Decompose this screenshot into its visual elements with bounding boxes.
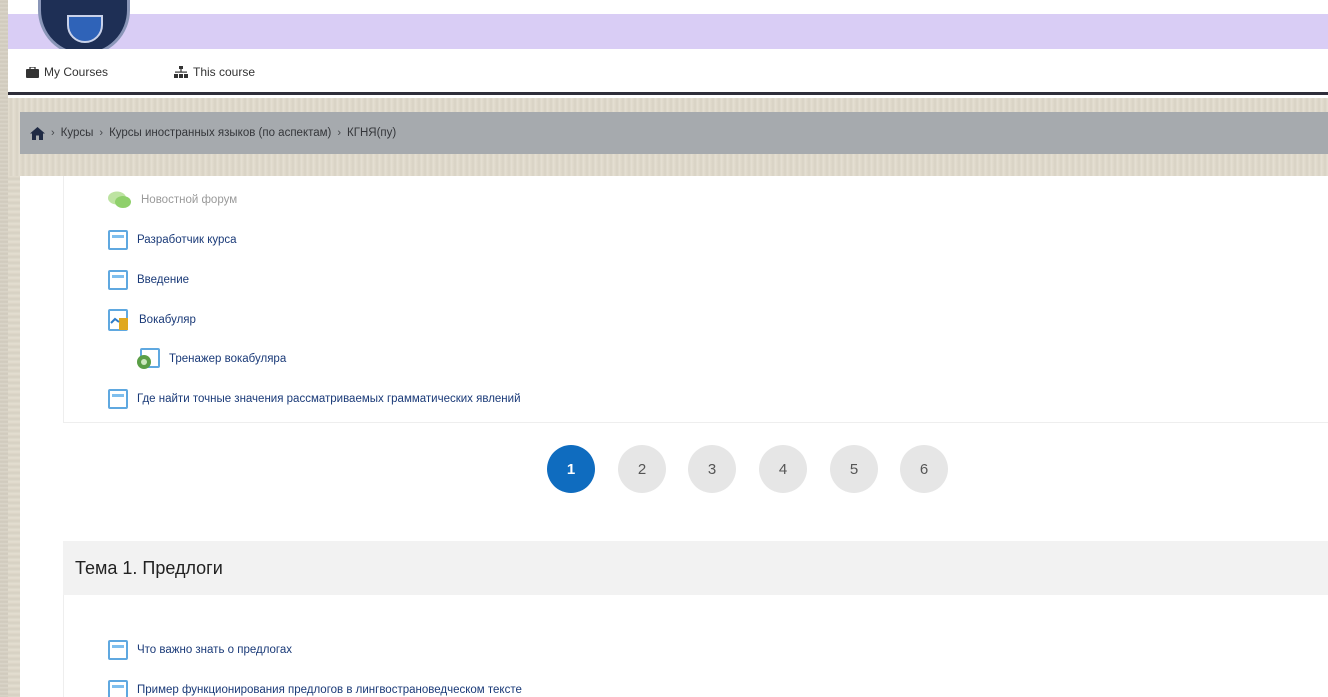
breadcrumb: › Курсы › Курсы иностранных языков (по а… bbox=[20, 112, 1328, 154]
top-gap bbox=[8, 0, 1328, 14]
section-pagination: 1 2 3 4 5 6 bbox=[0, 445, 1308, 495]
activity-label: Введение bbox=[137, 274, 190, 286]
activity-label: Что важно знать о предлогах bbox=[137, 644, 293, 656]
my-courses-label: My Courses bbox=[44, 65, 109, 79]
this-course-link[interactable]: This course bbox=[174, 65, 255, 79]
site-header bbox=[8, 0, 1328, 56]
activity-grammar-reference[interactable]: Где найти точные значения рассматриваемы… bbox=[108, 389, 521, 409]
activity-prepositions-basics[interactable]: Что важно знать о предлогах bbox=[108, 640, 292, 660]
activity-label: Новостной форум bbox=[141, 194, 238, 206]
activity-label: Разработчик курса bbox=[137, 234, 237, 246]
activity-introduction[interactable]: Введение bbox=[108, 270, 189, 290]
activity-label: Пример функционирования предлогов в линг… bbox=[137, 684, 522, 696]
section-title-text: Тема 1. Предлоги bbox=[75, 557, 223, 578]
breadcrumb-item-category[interactable]: Курсы иностранных языков (по аспектам) bbox=[109, 127, 331, 139]
activity-label: Тренажер вокабуляра bbox=[169, 353, 287, 365]
page-icon bbox=[108, 640, 128, 660]
breadcrumb-separator: › bbox=[337, 127, 342, 139]
briefcase-icon bbox=[26, 66, 39, 78]
page-icon bbox=[108, 230, 128, 250]
sitemap-icon bbox=[174, 66, 188, 78]
general-section bbox=[63, 176, 1328, 423]
page-button-6[interactable]: 6 bbox=[900, 445, 948, 493]
page-button-2[interactable]: 2 bbox=[618, 445, 666, 493]
site-logo[interactable] bbox=[38, 0, 130, 56]
page-button-1[interactable]: 1 bbox=[547, 445, 595, 493]
background-texture bbox=[8, 176, 20, 697]
page-button-4[interactable]: 4 bbox=[759, 445, 807, 493]
this-course-label: This course bbox=[193, 65, 256, 79]
activity-label: Вокабуляр bbox=[139, 314, 196, 326]
activity-vocabulary-trainer[interactable]: Тренажер вокабуляра bbox=[136, 348, 286, 370]
book-icon bbox=[108, 309, 128, 331]
breadcrumb-separator: › bbox=[51, 127, 55, 139]
forum-icon bbox=[108, 191, 131, 208]
activity-label: Где найти точные значения рассматриваемы… bbox=[137, 393, 521, 405]
page-icon bbox=[108, 270, 128, 290]
activity-prepositions-example[interactable]: Пример функционирования предлогов в линг… bbox=[108, 680, 522, 697]
breadcrumb-item-course[interactable]: КГНЯ(пу) bbox=[347, 127, 396, 139]
breadcrumb-item-courses[interactable]: Курсы bbox=[61, 127, 94, 139]
course-menu-bar: My Courses This course bbox=[8, 49, 1328, 95]
activity-course-developer[interactable]: Разработчик курса bbox=[108, 230, 237, 250]
home-icon[interactable] bbox=[30, 126, 45, 140]
quiz-icon bbox=[137, 348, 160, 369]
background-texture bbox=[0, 0, 8, 697]
page-icon bbox=[108, 680, 128, 697]
page-icon bbox=[108, 389, 128, 409]
page-button-5[interactable]: 5 bbox=[830, 445, 878, 493]
activity-news-forum[interactable]: Новостной форум bbox=[108, 190, 237, 210]
breadcrumb-separator: › bbox=[99, 127, 104, 139]
section-title: Тема 1. Предлоги bbox=[63, 541, 1328, 595]
my-courses-link[interactable]: My Courses bbox=[26, 65, 108, 79]
page-button-3[interactable]: 3 bbox=[688, 445, 736, 493]
activity-vocabulary[interactable]: Вокабуляр bbox=[108, 309, 196, 331]
